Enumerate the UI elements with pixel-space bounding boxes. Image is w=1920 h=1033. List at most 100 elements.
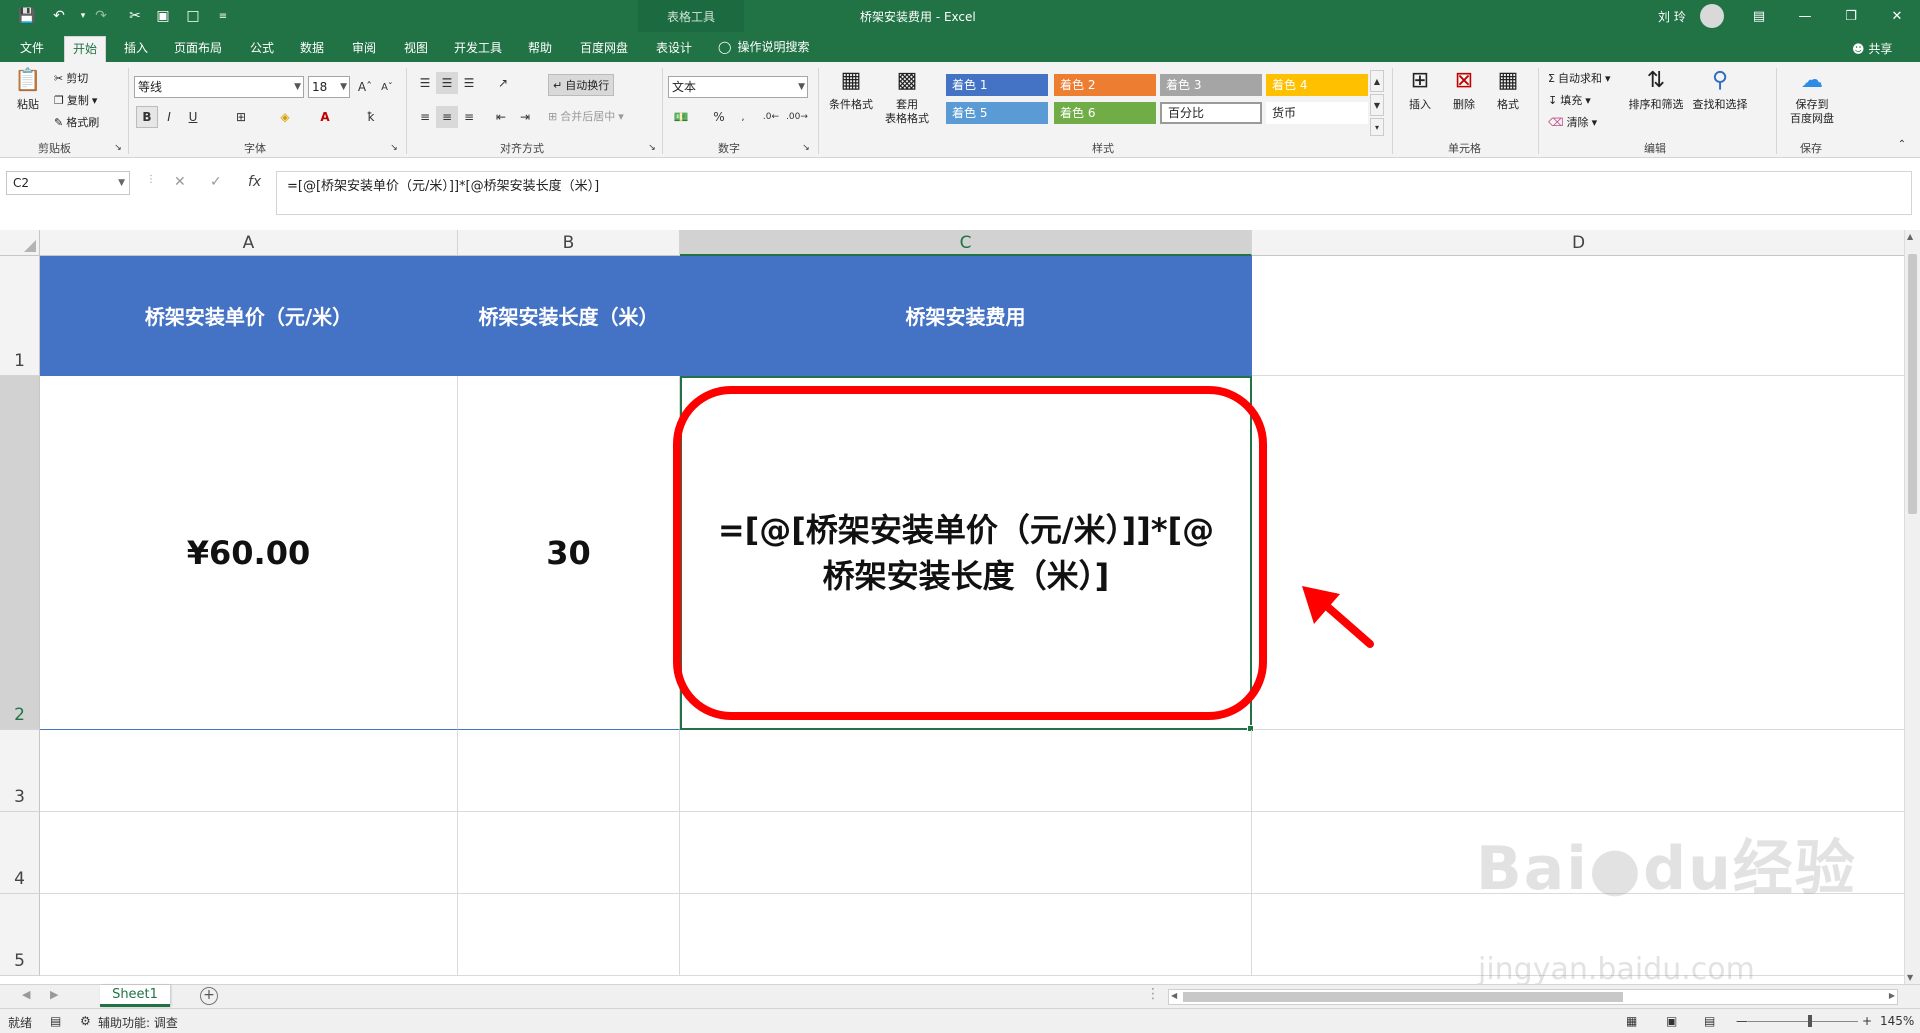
normal-view-icon[interactable]: ▦ [1626,1014,1637,1028]
fill-button[interactable]: ↧ 填充 ▾ [1548,92,1591,108]
user-name[interactable]: 刘 玲 [1658,8,1686,25]
page-break-view-icon[interactable]: ▤ [1704,1014,1715,1028]
align-center-icon[interactable]: ≡ [436,106,458,128]
tab-page-layout[interactable]: 页面布局 [166,36,230,62]
italic-button[interactable]: I [158,106,180,128]
prev-sheet-icon[interactable]: ◀ [22,988,30,1001]
clear-button[interactable]: ⌫ 清除 ▾ [1548,114,1597,130]
save-icon[interactable]: 💾 [16,6,38,26]
increase-decimal-icon[interactable]: .0← [760,106,782,128]
share-button[interactable]: ☻ 共享 [1852,40,1892,57]
zoom-slider-knob[interactable] [1808,1015,1812,1027]
tell-me-search[interactable]: ◯ 操作说明搜索 [718,38,809,55]
font-size-select[interactable]: 18 ▼ [308,76,350,98]
find-select-button[interactable]: ⚲ 查找和选择 [1688,66,1752,112]
align-top-icon[interactable]: ☰ [414,72,436,94]
orientation-icon[interactable]: ↗ [492,72,514,94]
scroll-down-icon[interactable]: ▼ [1907,973,1913,982]
restore-icon[interactable]: ❐ [1836,6,1866,26]
decrease-indent-icon[interactable]: ⇤ [490,106,512,128]
decrease-decimal-icon[interactable]: .00→ [786,106,808,128]
tab-split-handle-icon[interactable]: ⋮ [1146,986,1160,1002]
bold-button[interactable]: B [136,106,158,128]
align-middle-icon[interactable]: ☰ [436,72,458,94]
number-format-select[interactable]: 文本 ▼ [668,76,808,98]
conditional-formatting-button[interactable]: ▦ 条件格式 [824,66,878,112]
cancel-icon[interactable]: ✕ [174,174,186,190]
cut-button[interactable]: ✂ 剪切 [54,70,88,86]
cell-style-accent6[interactable]: 着色 6 [1054,102,1156,124]
accessibility-status[interactable]: 辅助功能: 调查 [98,1014,178,1031]
merge-center-button[interactable]: ⊞ 合并后居中 ▾ [548,108,624,124]
tab-help[interactable]: 帮助 [520,36,560,62]
tab-insert[interactable]: 插入 [116,36,156,62]
name-box[interactable]: C2 ▼ [6,171,130,195]
cell-style-accent3[interactable]: 着色 3 [1160,74,1262,96]
accounting-format-icon[interactable]: 💵 [670,106,692,128]
format-cells-button[interactable]: ▦ 格式 [1488,66,1528,112]
tab-baidu-disk[interactable]: 百度网盘 [572,36,636,62]
insert-cells-button[interactable]: ⊞ 插入 [1400,66,1440,112]
wrap-text-button[interactable]: ↵ 自动换行 [548,74,615,96]
horizontal-scrollbar[interactable]: ◀ ▶ [1168,989,1898,1005]
vertical-scrollbar[interactable]: ▲ ▼ [1904,230,1920,986]
close-icon[interactable]: ✕ [1882,6,1912,26]
format-as-table-button[interactable]: ▩ 套用 表格格式 [880,66,934,126]
cell-style-percent[interactable]: 百分比 [1160,102,1262,124]
tab-file[interactable]: 文件 [12,36,52,62]
alignment-launcher-icon[interactable]: ↘ [646,142,658,154]
cell-style-accent4[interactable]: 着色 4 [1266,74,1368,96]
page-layout-view-icon[interactable]: ▣ [1666,1014,1677,1028]
tab-view[interactable]: 视图 [396,36,436,62]
save-to-baidu-button[interactable]: ☁ 保存到 百度网盘 [1784,66,1840,126]
cell-style-accent1[interactable]: 着色 1 [946,74,1048,96]
zoom-slider[interactable] [1748,1021,1858,1022]
zoom-out-icon[interactable]: — [1736,1014,1748,1028]
insert-function-icon[interactable]: fx [248,174,261,190]
drag-handle-icon[interactable]: ⋮ [146,174,156,185]
new-file-icon[interactable]: □ [182,6,204,26]
macro-record-icon[interactable]: ▤ [50,1014,61,1028]
scroll-left-icon[interactable]: ◀ [1171,991,1177,1000]
font-launcher-icon[interactable]: ↘ [388,142,400,154]
horizontal-scroll-thumb[interactable] [1183,992,1623,1002]
formula-input[interactable]: =[@[桥架安装单价（元/米）]]*[@桥架安装长度（米）] [276,171,1912,215]
enter-icon[interactable]: ✓ [210,174,222,190]
styles-more-icon[interactable]: ▾ [1370,118,1384,136]
underline-button[interactable]: U [182,106,204,128]
undo-icon[interactable]: ↶ [48,6,70,26]
tab-formulas[interactable]: 公式 [242,36,282,62]
clipboard-launcher-icon[interactable]: ↘ [112,142,124,154]
autosum-button[interactable]: Σ 自动求和 ▾ [1548,70,1610,86]
styles-scroll-up-icon[interactable]: ▲ [1370,70,1384,92]
accessibility-icon[interactable]: ⚙ [80,1014,91,1028]
cell-style-accent5[interactable]: 着色 5 [946,102,1048,124]
shrink-font-icon[interactable]: Aˇ [376,76,398,98]
customize-toolbar-icon[interactable]: ≡ [212,6,234,26]
zoom-in-icon[interactable]: + [1862,1014,1872,1028]
format-painter-button[interactable]: ✎ 格式刷 [54,114,99,130]
zoom-level[interactable]: 145% [1880,1014,1914,1028]
align-right-icon[interactable]: ≡ [458,106,480,128]
phonetic-icon[interactable]: ꝁ [360,106,382,128]
cell-style-currency[interactable]: 货币 [1266,102,1368,124]
cell-style-accent2[interactable]: 着色 2 [1054,74,1156,96]
collapse-ribbon-icon[interactable]: ⌃ [1894,136,1910,152]
cut-quick-icon[interactable]: ✂ [124,6,146,26]
minimize-icon[interactable]: — [1790,6,1820,26]
scroll-up-icon[interactable]: ▲ [1907,232,1913,241]
fill-color-icon[interactable]: ◈ [274,106,296,128]
next-sheet-icon[interactable]: ▶ [50,988,58,1001]
tab-review[interactable]: 审阅 [344,36,384,62]
font-color-icon[interactable]: A [314,106,336,128]
scroll-right-icon[interactable]: ▶ [1889,991,1895,1000]
sheet-tab-sheet1[interactable]: Sheet1 [100,985,170,1007]
grow-font-icon[interactable]: Aˆ [354,76,376,98]
add-sheet-icon[interactable]: + [200,987,218,1005]
ribbon-display-icon[interactable]: ▤ [1744,6,1774,26]
avatar[interactable] [1700,4,1724,28]
align-left-icon[interactable]: ≡ [414,106,436,128]
tab-home[interactable]: 开始 [64,36,107,62]
paste-button[interactable]: 📋 粘贴 [12,66,44,112]
delete-cells-button[interactable]: ⊠ 删除 [1444,66,1484,112]
